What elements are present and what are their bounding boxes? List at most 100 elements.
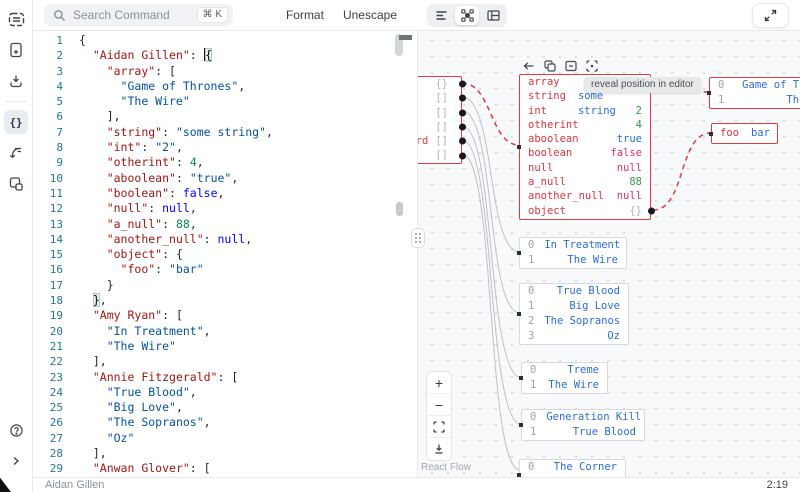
node-row[interactable]: int2: [520, 104, 650, 118]
code-line[interactable]: 20 "In Treatment",: [33, 324, 417, 339]
node-row[interactable]: 1The Wire: [520, 253, 626, 268]
code-line[interactable]: 4 "Game of Thrones",: [33, 79, 417, 94]
code-line[interactable]: 12 "null": null,: [33, 201, 417, 216]
search-command-input[interactable]: Search Command ⌘ K: [44, 4, 233, 26]
root-object-node[interactable]: {}[][][]rd[][]: [418, 76, 462, 164]
node-row[interactable]: 3Oz: [520, 329, 628, 344]
node-row[interactable]: []: [418, 120, 461, 134]
code-line[interactable]: 25 "Big Love",: [33, 400, 417, 415]
download-image-button[interactable]: [427, 438, 451, 460]
fit-view-button[interactable]: [427, 416, 451, 438]
node-row[interactable]: 0The Corner: [520, 460, 625, 475]
edge-handle[interactable]: [459, 95, 466, 102]
code-line[interactable]: 29 "Anwan Glover": [: [33, 461, 417, 476]
node-row[interactable]: 0Game of Thrones: [710, 78, 800, 93]
node-row[interactable]: another_nullnull: [520, 189, 650, 203]
code-line[interactable]: 11 "boolean": false,: [33, 186, 417, 201]
json-code-editor[interactable]: 1{2 "Aidan Gillen": {3 "array": [4 "Game…: [33, 31, 418, 477]
node-row[interactable]: 0Treme: [522, 363, 607, 378]
amy-ryan-node[interactable]: 0In Treatment1The Wire: [519, 237, 627, 269]
node-row[interactable]: 1Big Love: [520, 299, 628, 314]
code-line[interactable]: 1{: [33, 33, 417, 48]
code-line[interactable]: 28 ],: [33, 446, 417, 461]
node-row[interactable]: booleanfalse: [520, 146, 650, 160]
edge-handle[interactable]: [459, 138, 466, 145]
back-icon[interactable]: [522, 59, 535, 72]
alexander-skarsgard-node[interactable]: 0Generation Kill1True Blood: [521, 409, 645, 441]
panel-resize-handle[interactable]: [411, 228, 425, 248]
code-line[interactable]: 23 "Annie Fitzgerald": [: [33, 370, 417, 385]
fullscreen-button[interactable]: [752, 3, 789, 28]
edge-handle[interactable]: [648, 207, 655, 214]
anwan-glover-node[interactable]: 0Treme1The Wire: [521, 362, 608, 394]
node-row[interactable]: a_null88: [520, 175, 650, 189]
annie-fitzgerald-node[interactable]: 0True Blood1Big Love2The Sopranos3Oz: [519, 283, 629, 345]
code-line[interactable]: 5 "The Wire": [33, 94, 417, 109]
table-view-button[interactable]: [481, 6, 505, 25]
code-line[interactable]: 19 "Amy Ryan": [: [33, 308, 417, 323]
focus-node-icon[interactable]: [585, 59, 598, 72]
node-row[interactable]: 1True Blood: [522, 425, 644, 440]
code-line[interactable]: 6 ],: [33, 109, 417, 124]
code-line[interactable]: 14 "another_null": null,: [33, 232, 417, 247]
download-icon[interactable]: [4, 69, 28, 93]
node-row[interactable]: {}: [418, 77, 461, 91]
edge-handle[interactable]: [459, 109, 466, 116]
code-line[interactable]: 24 "True Blood",: [33, 385, 417, 400]
zoom-in-button[interactable]: +: [427, 372, 451, 394]
node-row[interactable]: 1The Wire: [710, 93, 800, 108]
node-row[interactable]: []: [418, 148, 461, 162]
node-row[interactable]: []: [418, 91, 461, 105]
code-line[interactable]: 8 "int": "2",: [33, 140, 417, 155]
node-row[interactable]: 0In Treatment: [520, 238, 626, 253]
json-editor-icon[interactable]: {}: [4, 110, 28, 134]
aidan-array-node[interactable]: 0Game of Thrones1The Wire: [709, 77, 800, 109]
node-row[interactable]: 1The Wire: [522, 378, 607, 393]
edge-handle[interactable]: [459, 124, 466, 131]
code-line[interactable]: 16 "foo": "bar": [33, 262, 417, 277]
code-line[interactable]: 26 "The Sopranos",: [33, 415, 417, 430]
line-content: "another_null": null,: [79, 232, 252, 247]
foo-bar-node[interactable]: foo bar: [711, 123, 778, 144]
code-line[interactable]: 7 "string": "some string",: [33, 125, 417, 140]
code-line[interactable]: 9 "otherint": 4,: [33, 155, 417, 170]
code-line[interactable]: 2 "Aidan Gillen": {: [33, 48, 417, 63]
node-row[interactable]: 0Generation Kill: [522, 410, 644, 425]
code-line[interactable]: 15 "object": {: [33, 247, 417, 262]
node-row[interactable]: otherint4: [520, 118, 650, 132]
node-row[interactable]: rd[]: [418, 134, 461, 148]
aidan-gillen-detail-node[interactable]: arraystringsome stringint2otherint4abool…: [519, 74, 651, 220]
chevron-right-icon[interactable]: [4, 449, 28, 473]
transform-icon[interactable]: [4, 141, 28, 165]
new-file-icon[interactable]: [4, 38, 28, 62]
node-row[interactable]: object{}: [520, 204, 650, 218]
graph-view-button[interactable]: [455, 6, 479, 25]
code-line[interactable]: 21 "The Wire": [33, 339, 417, 354]
code-line[interactable]: 22 ],: [33, 354, 417, 369]
node-row[interactable]: []: [418, 106, 461, 120]
copy-icon[interactable]: [4, 172, 28, 196]
node-row[interactable]: abooleantrue: [520, 132, 650, 146]
format-button[interactable]: Format: [286, 8, 324, 22]
edge-handle[interactable]: [459, 81, 466, 88]
copy-node-icon[interactable]: [543, 59, 556, 72]
code-line[interactable]: 10 "aboolean": "true",: [33, 171, 417, 186]
unescape-button[interactable]: Unescape: [343, 8, 397, 22]
app-logo-icon[interactable]: [4, 7, 28, 31]
code-line[interactable]: 18 },: [33, 293, 417, 308]
node-row[interactable]: 2The Sopranos: [520, 314, 628, 329]
alice-farmer-node[interactable]: 0The Corner: [519, 459, 626, 477]
code-line[interactable]: 27 "Oz": [33, 431, 417, 446]
collapse-node-icon[interactable]: [564, 59, 577, 72]
zoom-out-button[interactable]: −: [427, 394, 451, 416]
node-row[interactable]: 0True Blood: [520, 284, 628, 299]
code-line[interactable]: 3 "array": [: [33, 64, 417, 79]
help-icon[interactable]: [4, 418, 28, 442]
node-row[interactable]: foo bar: [712, 124, 777, 142]
text-view-button[interactable]: [429, 6, 453, 25]
code-line[interactable]: 17 }: [33, 278, 417, 293]
graph-canvas[interactable]: {}[][][]rd[][]: [418, 31, 800, 477]
node-row[interactable]: nullnull: [520, 161, 650, 175]
edge-handle[interactable]: [459, 152, 466, 159]
code-line[interactable]: 13 "a_null": 88,: [33, 217, 417, 232]
